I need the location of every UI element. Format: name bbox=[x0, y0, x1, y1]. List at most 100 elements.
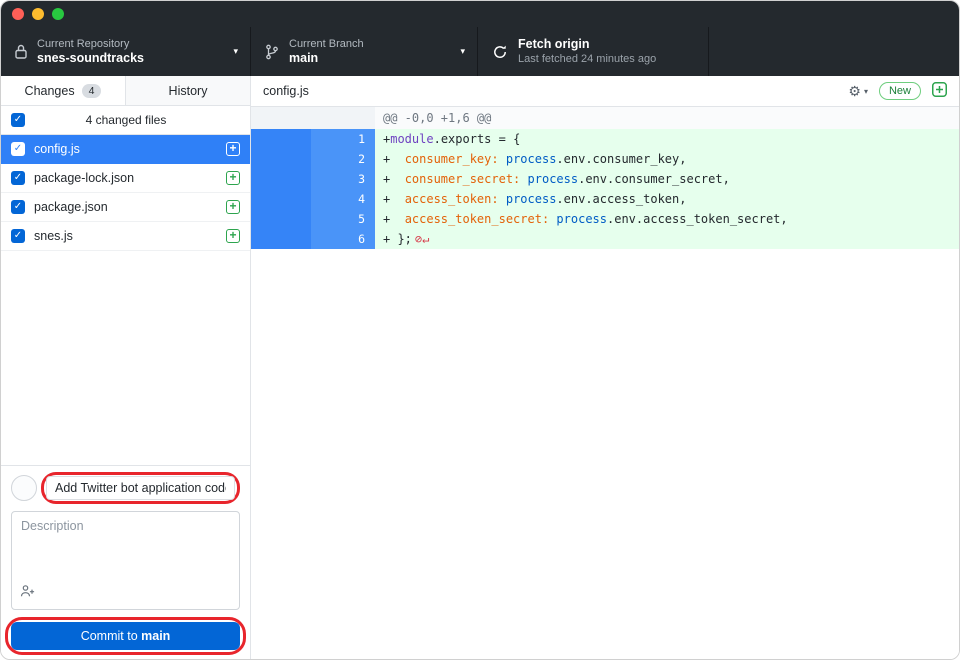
file-name: snes.js bbox=[34, 229, 217, 243]
diff-options-button[interactable]: ⚙ ▾ bbox=[848, 84, 868, 98]
code-token: process bbox=[528, 172, 579, 186]
added-status-icon: + bbox=[226, 171, 240, 185]
zoom-button[interactable] bbox=[52, 8, 64, 20]
changed-files-summary-row: ✓ 4 changed files bbox=[1, 106, 250, 135]
file-name: config.js bbox=[34, 142, 217, 156]
minimize-button[interactable] bbox=[32, 8, 44, 20]
diff-gutter-new[interactable]: 3 bbox=[311, 169, 375, 189]
sync-icon bbox=[492, 44, 508, 60]
fetch-label: Fetch origin bbox=[518, 37, 656, 52]
branch-icon bbox=[265, 44, 279, 60]
fetch-sublabel: Last fetched 24 minutes ago bbox=[518, 52, 656, 66]
diff-code-content: + consumer_secret: process.env.consumer_… bbox=[375, 169, 959, 189]
changed-file-list: ✓ config.js + ✓ package-lock.json + ✓ package.j… bbox=[1, 135, 250, 465]
code-token: .env.consumer_key, bbox=[556, 152, 686, 166]
code-token: .env.access_token_secret, bbox=[607, 212, 788, 226]
commit-button-prefix: Commit to bbox=[81, 629, 141, 643]
chevron-down-icon: ▾ bbox=[452, 46, 465, 57]
diff-gutter-new[interactable]: 4 bbox=[311, 189, 375, 209]
diff-line: 6+ };⊘↵ bbox=[251, 229, 959, 249]
file-include-checkbox[interactable]: ✓ bbox=[11, 229, 25, 243]
chevron-down-icon: ▾ bbox=[225, 46, 238, 57]
repository-name: snes-soundtracks bbox=[37, 51, 144, 66]
branch-picker[interactable]: Current Branch main ▾ bbox=[251, 27, 478, 76]
code-token: consumer_secret: bbox=[405, 172, 521, 186]
diff-code-content: + access_token: process.env.access_token… bbox=[375, 189, 959, 209]
toolbar-filler bbox=[709, 27, 959, 76]
added-status-icon: + bbox=[226, 142, 240, 156]
fetch-origin-button[interactable]: Fetch origin Last fetched 24 minutes ago bbox=[478, 27, 709, 76]
diff-lines: 1 + module.exports = { 2+ consumer_key: pro… bbox=[251, 129, 959, 249]
tab-history-label: History bbox=[169, 84, 208, 98]
titlebar bbox=[1, 1, 959, 27]
diff-gutter-old[interactable] bbox=[251, 149, 311, 169]
diff-gutter-old[interactable] bbox=[251, 189, 311, 209]
code-token: .env.access_token, bbox=[556, 192, 686, 206]
code-token: process bbox=[556, 212, 607, 226]
diff-code-content: + access_token_secret: process.env.acces… bbox=[375, 209, 959, 229]
add-coauthor-icon[interactable] bbox=[20, 584, 35, 603]
code-token bbox=[499, 192, 506, 206]
diff-gutter-new[interactable]: 2 bbox=[311, 149, 375, 169]
select-all-checkbox[interactable]: ✓ bbox=[11, 113, 25, 127]
branch-label: Current Branch bbox=[289, 37, 364, 51]
added-file-icon bbox=[932, 82, 947, 100]
diff-view: @@ -0,0 +1,6 @@ 1+module.exports = {2+ c… bbox=[251, 107, 959, 660]
annotation-highlight-summary bbox=[41, 472, 240, 504]
app-window: Current Repository snes-soundtracks ▾ Cu… bbox=[0, 0, 960, 660]
commit-summary-input[interactable] bbox=[46, 476, 235, 500]
close-button[interactable] bbox=[12, 8, 24, 20]
sidebar: Changes 4 History ✓ 4 changed files ✓ con… bbox=[1, 76, 251, 660]
code-token: + bbox=[383, 192, 405, 206]
diff-gutter-old[interactable] bbox=[251, 169, 311, 189]
code-token: + bbox=[383, 152, 405, 166]
chevron-down-icon: ▾ bbox=[864, 87, 868, 96]
diff-gutter-new[interactable]: 6 bbox=[311, 229, 375, 249]
code-token: module bbox=[390, 132, 433, 146]
code-token: process bbox=[506, 152, 557, 166]
diff-line: 4+ access_token: process.env.access_toke… bbox=[251, 189, 959, 209]
code-token: access_token_secret: bbox=[405, 212, 550, 226]
commit-description-box bbox=[11, 511, 240, 610]
file-row-config.js[interactable]: ✓ config.js + bbox=[1, 135, 250, 164]
code-token bbox=[499, 152, 506, 166]
diff-filename: config.js bbox=[263, 84, 309, 98]
sidebar-tabs: Changes 4 History bbox=[1, 76, 250, 106]
code-token bbox=[520, 172, 527, 186]
gear-icon: ⚙ bbox=[848, 84, 861, 98]
file-row-package-lock.json[interactable]: ✓ package-lock.json + bbox=[1, 164, 250, 193]
code-token: + bbox=[383, 212, 405, 226]
file-include-checkbox[interactable]: ✓ bbox=[11, 200, 25, 214]
diff-gutter-new[interactable]: 1 bbox=[311, 129, 375, 149]
repository-label: Current Repository bbox=[37, 37, 144, 51]
code-token: + }; bbox=[383, 232, 412, 246]
diff-gutter-new[interactable]: 5 bbox=[311, 209, 375, 229]
diff-gutter-old[interactable] bbox=[251, 209, 311, 229]
branch-name: main bbox=[289, 51, 364, 66]
file-name: package.json bbox=[34, 200, 217, 214]
commit-to-main-button[interactable]: Commit to main bbox=[11, 622, 240, 650]
commit-button-branch: main bbox=[141, 629, 170, 643]
tab-changes-label: Changes bbox=[25, 84, 75, 98]
file-name: package-lock.json bbox=[34, 171, 217, 185]
annotation-highlight-commit: Commit to main bbox=[5, 617, 246, 655]
file-row-package.json[interactable]: ✓package.json+ bbox=[1, 193, 250, 222]
file-row-snes.js[interactable]: ✓snes.js+ bbox=[1, 222, 250, 251]
code-token: .exports = { bbox=[434, 132, 521, 146]
lock-icon bbox=[15, 44, 27, 59]
diff-code-content: + consumer_key: process.env.consumer_key… bbox=[375, 149, 959, 169]
diff-line: 3+ consumer_secret: process.env.consumer… bbox=[251, 169, 959, 189]
tab-changes[interactable]: Changes 4 bbox=[1, 76, 125, 105]
code-token: process bbox=[506, 192, 557, 206]
diff-gutter-old[interactable] bbox=[251, 229, 311, 249]
changes-count-badge: 4 bbox=[82, 84, 102, 98]
file-include-checkbox[interactable]: ✓ bbox=[11, 171, 25, 185]
commit-description-input[interactable] bbox=[12, 512, 239, 586]
code-token: + bbox=[383, 172, 405, 186]
repository-picker[interactable]: Current Repository snes-soundtracks ▾ bbox=[1, 27, 251, 76]
diff-gutter-old[interactable] bbox=[251, 129, 311, 149]
hunk-header-row: @@ -0,0 +1,6 @@ bbox=[251, 107, 959, 129]
file-include-checkbox[interactable]: ✓ bbox=[11, 142, 25, 156]
hunk-gutter-new bbox=[311, 107, 375, 129]
tab-history[interactable]: History bbox=[125, 76, 250, 105]
